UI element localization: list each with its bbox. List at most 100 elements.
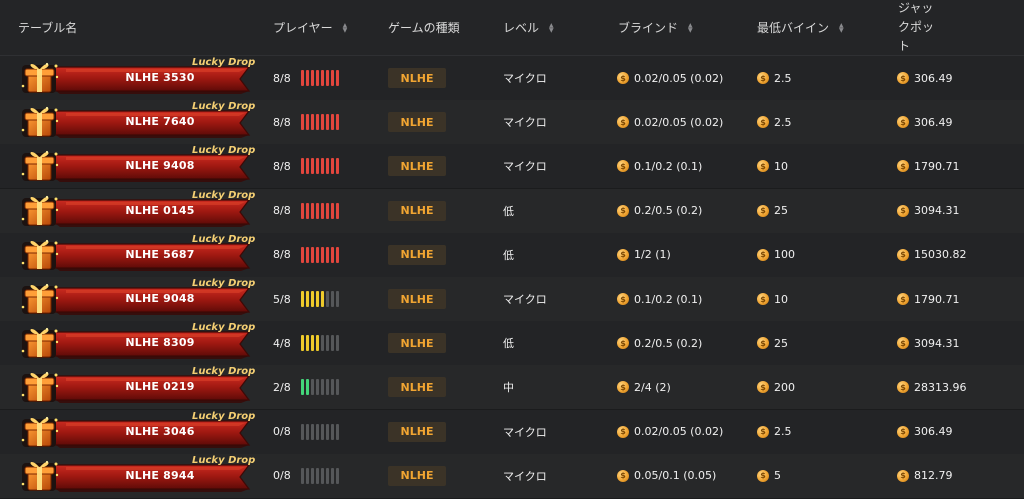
level-value: 中	[503, 381, 514, 395]
table-row[interactable]: Lucky Drop NLHE 3530 8/8 NLHE マイクロ $ 0.0…	[0, 56, 1024, 101]
header-table-name-label: テーブル名	[18, 21, 78, 35]
occupancy-bars	[301, 246, 339, 263]
seat-bar	[326, 335, 329, 352]
header-table-name[interactable]: テーブル名	[18, 0, 77, 55]
lucky-drop-banner[interactable]: Lucky Drop NLHE 9408	[20, 145, 258, 184]
jackpot-cell: $ 15030.82	[897, 233, 967, 277]
lucky-drop-label: Lucky Drop	[192, 189, 256, 201]
header-blinds[interactable]: ブラインド ▲ ▼	[618, 0, 693, 55]
game-type-badge: NLHE	[388, 244, 446, 265]
table-row[interactable]: Lucky Drop NLHE 7640 8/8 NLHE マイクロ $ 0.0…	[0, 100, 1024, 146]
blinds-cell: $ 0.1/0.2 (0.1)	[617, 144, 702, 188]
level-cell: 低	[503, 189, 514, 233]
occupancy-bars	[301, 467, 339, 484]
seat-bar	[301, 158, 304, 175]
lucky-drop-banner[interactable]: Lucky Drop NLHE 3046	[20, 411, 258, 450]
players-count: 0/8	[273, 469, 291, 483]
game-type-badge: NLHE	[388, 377, 446, 398]
coin-icon: $	[897, 204, 909, 217]
blinds-cell: $ 1/2 (1)	[617, 233, 671, 277]
occupancy-bars	[301, 114, 339, 131]
coin-icon: $	[617, 381, 629, 394]
players-cell: 4/8	[273, 321, 339, 365]
lucky-drop-banner[interactable]: Lucky Drop NLHE 8944	[20, 455, 258, 494]
players-cell: 8/8	[273, 144, 339, 188]
seat-bar	[311, 70, 314, 86]
seat-bar	[326, 114, 329, 131]
seat-bar	[326, 379, 329, 396]
sort-icon[interactable]: ▲ ▼	[549, 22, 554, 33]
occupancy-bars	[301, 423, 339, 440]
seat-bar	[326, 291, 329, 307]
lucky-drop-banner[interactable]: Lucky Drop NLHE 0145	[20, 189, 258, 229]
min-buyin-cell: $ 25	[757, 189, 788, 233]
seat-bar	[336, 423, 339, 440]
min-buyin-cell: $ 2.5	[757, 410, 792, 454]
lucky-drop-banner[interactable]: Lucky Drop NLHE 9048	[20, 278, 258, 317]
sort-icon[interactable]: ▲ ▼	[688, 22, 693, 33]
players-cell: 0/8	[273, 410, 339, 454]
table-row[interactable]: Lucky Drop NLHE 9048 5/8 NLHE マイクロ $ 0.1…	[0, 277, 1024, 322]
lucky-drop-banner[interactable]: Lucky Drop NLHE 7640	[20, 101, 258, 140]
sort-icon[interactable]: ▲ ▼	[839, 22, 844, 33]
lucky-drop-banner[interactable]: Lucky Drop NLHE 0219	[20, 366, 258, 405]
header-players[interactable]: プレイヤー ▲ ▼	[273, 0, 347, 55]
level-cell: マイクロ	[503, 277, 547, 321]
table-row[interactable]: Lucky Drop NLHE 3046 0/8 NLHE マイクロ $ 0.0…	[0, 409, 1024, 455]
jackpot-cell: $ 3094.31	[897, 189, 960, 233]
seat-bar	[321, 379, 324, 396]
blinds-value: 0.05/0.1 (0.05)	[634, 469, 717, 483]
coin-icon: $	[897, 293, 909, 305]
table-row[interactable]: Lucky Drop NLHE 8309 4/8 NLHE 低 $ 0.2/0.…	[0, 321, 1024, 367]
table-name: NLHE 8944	[125, 468, 195, 482]
game-type-badge: NLHE	[388, 421, 446, 442]
seat-bar	[331, 467, 334, 484]
table-header: テーブル名 プレイヤー ▲ ▼ ゲームの種類 レベル ▲ ▼ ブラインド ▲ ▼ 最低…	[0, 0, 1024, 56]
seat-bar	[321, 467, 324, 484]
seat-bar	[316, 246, 319, 263]
lucky-drop-banner[interactable]: Lucky Drop NLHE 8309	[20, 322, 258, 361]
coin-icon: $	[757, 116, 769, 129]
seat-bar	[321, 423, 324, 440]
game-type-badge: NLHE	[388, 156, 446, 177]
lucky-drop-banner[interactable]: Lucky Drop NLHE 3530	[20, 57, 258, 96]
game-type-cell: NLHE	[388, 277, 446, 321]
header-game-type[interactable]: ゲームの種類	[388, 0, 460, 55]
table-row[interactable]: Lucky Drop NLHE 0219 2/8 NLHE 中 $ 2/4 (2…	[0, 365, 1024, 411]
blinds-value: 0.1/0.2 (0.1)	[634, 292, 703, 306]
table-row[interactable]: Lucky Drop NLHE 9408 8/8 NLHE マイクロ $ 0.1…	[0, 144, 1024, 190]
lucky-drop-banner[interactable]: Lucky Drop NLHE 5687	[20, 234, 258, 273]
table-name: NLHE 9048	[125, 292, 195, 305]
seat-bar	[331, 291, 334, 307]
occupancy-bars	[301, 291, 339, 307]
game-type-badge: NLHE	[388, 465, 446, 486]
coin-icon: $	[617, 248, 629, 261]
seat-bar	[311, 158, 314, 175]
table-row[interactable]: Lucky Drop NLHE 0145 8/8 NLHE 低 $ 0.2/0.…	[0, 188, 1024, 234]
seat-bar	[321, 114, 324, 131]
jackpot-cell: $ 306.49	[897, 100, 953, 144]
jackpot-value: 1790.71	[914, 159, 960, 173]
game-type-cell: NLHE	[388, 189, 446, 233]
table-row[interactable]: Lucky Drop NLHE 5687 8/8 NLHE 低 $ 1/2 (1…	[0, 232, 1024, 278]
seat-bar	[336, 246, 339, 263]
blinds-value: 0.2/0.5 (0.2)	[634, 204, 703, 218]
coin-icon: $	[617, 204, 629, 217]
game-type-cell: NLHE	[388, 56, 446, 100]
header-level[interactable]: レベル ▲ ▼	[503, 0, 554, 55]
table-row[interactable]: Lucky Drop NLHE 8944 0/8 NLHE マイクロ $ 0.0…	[0, 453, 1024, 499]
blinds-value: 1/2 (1)	[634, 248, 671, 262]
seat-bar	[316, 335, 319, 352]
level-cell: 低	[503, 233, 514, 277]
jackpot-cell: $ 306.49	[897, 410, 953, 454]
coin-icon: $	[757, 204, 769, 217]
sort-icon[interactable]: ▲ ▼	[343, 22, 348, 33]
header-min-buyin[interactable]: 最低バイイン ▲ ▼	[757, 0, 844, 55]
game-type-badge: NLHE	[388, 289, 446, 309]
lucky-drop-label: Lucky Drop	[192, 145, 256, 157]
coin-icon: $	[617, 160, 629, 173]
seat-bar	[306, 114, 309, 131]
jackpot-value: 28313.96	[914, 380, 967, 394]
seat-bar	[321, 202, 324, 219]
blinds-value: 0.1/0.2 (0.1)	[634, 159, 703, 173]
